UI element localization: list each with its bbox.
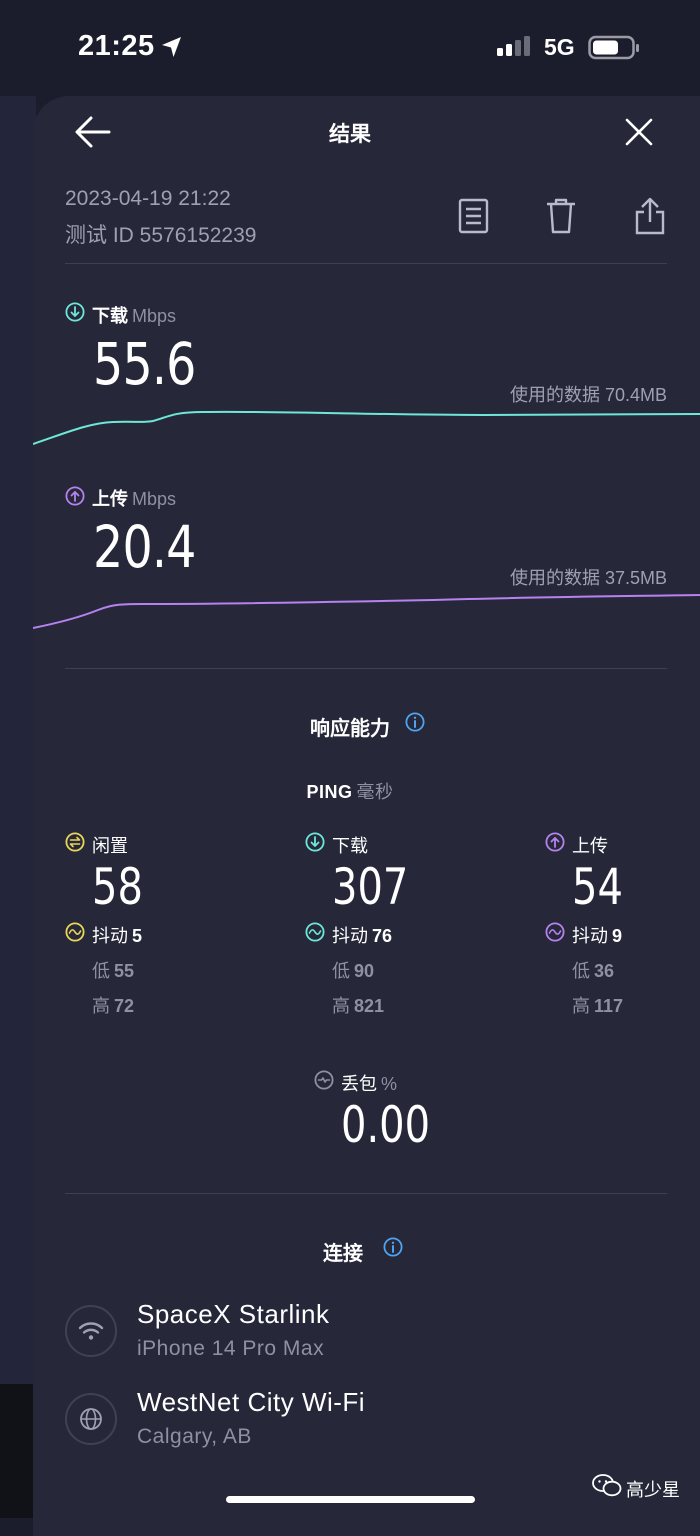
wechat-icon bbox=[592, 1474, 622, 1497]
test-id: 测试 ID 5576152239 bbox=[65, 224, 257, 247]
status-time: 21:25 bbox=[78, 30, 155, 62]
jitter-icon bbox=[305, 922, 325, 942]
ping-label: PING 毫秒 bbox=[306, 782, 394, 802]
location-arrow-icon bbox=[162, 37, 181, 57]
idle-label: 闲置 bbox=[92, 836, 128, 856]
network-type: 5G bbox=[544, 34, 575, 60]
divider bbox=[65, 668, 667, 669]
home-indicator[interactable] bbox=[226, 1496, 475, 1503]
divider bbox=[65, 263, 667, 264]
wifi-icon-wrapper bbox=[65, 1305, 117, 1357]
globe-icon bbox=[80, 1408, 102, 1430]
upload-jitter: 抖动 9 bbox=[572, 926, 623, 946]
upload-ping-value: 54 bbox=[572, 858, 623, 916]
upload-speed-graph bbox=[33, 594, 700, 629]
share-icon[interactable] bbox=[634, 196, 666, 236]
responsiveness-title: 响应能力 bbox=[310, 718, 390, 740]
background-panel bbox=[0, 96, 36, 1386]
server-location: Calgary, AB bbox=[137, 1425, 252, 1448]
trash-icon[interactable] bbox=[545, 197, 577, 235]
download-high: 高 821 bbox=[332, 996, 385, 1016]
download-ping-label: 下载 bbox=[332, 836, 368, 856]
idle-low: 低 55 bbox=[92, 961, 135, 981]
packet-loss-value: 0.00 bbox=[341, 1096, 431, 1154]
idle-icon bbox=[65, 832, 85, 852]
battery-icon bbox=[588, 35, 639, 60]
document-icon[interactable] bbox=[458, 198, 490, 234]
watermark-text: 高少星 bbox=[626, 1480, 680, 1500]
download-unit: Mbps bbox=[132, 306, 177, 326]
info-icon[interactable] bbox=[383, 1237, 403, 1257]
upload-arrow-icon bbox=[545, 832, 565, 852]
upload-low: 低 36 bbox=[572, 961, 615, 981]
isp-name: SpaceX Starlink bbox=[137, 1299, 330, 1329]
server-name: WestNet City Wi-Fi bbox=[137, 1387, 366, 1417]
globe-icon-wrapper bbox=[65, 1393, 117, 1445]
download-speed: 55.6 bbox=[93, 330, 196, 398]
test-datetime: 2023-04-19 21:22 bbox=[65, 187, 231, 210]
packet-loss-icon bbox=[314, 1070, 334, 1090]
packet-loss-unit: % bbox=[381, 1074, 398, 1094]
ping-unit: 毫秒 bbox=[356, 782, 394, 802]
packet-loss-label: 丢包% bbox=[341, 1074, 398, 1094]
info-icon[interactable] bbox=[405, 712, 425, 732]
download-label: 下载 Mbps bbox=[92, 306, 177, 326]
connections-title: 连接 bbox=[323, 1243, 363, 1265]
download-ping-value: 307 bbox=[332, 858, 409, 916]
close-icon[interactable] bbox=[624, 117, 654, 147]
upload-label: 上传 Mbps bbox=[92, 489, 177, 509]
idle-ping-value: 58 bbox=[92, 858, 143, 916]
upload-arrow-icon bbox=[65, 486, 85, 506]
idle-jitter: 抖动 5 bbox=[92, 926, 143, 946]
wifi-icon bbox=[78, 1322, 104, 1340]
page-title: 结果 bbox=[329, 123, 371, 146]
divider bbox=[65, 1193, 667, 1194]
idle-high: 高 72 bbox=[92, 996, 135, 1016]
upload-ping-label: 上传 bbox=[572, 836, 608, 856]
upload-high: 高 117 bbox=[572, 996, 624, 1016]
download-low: 低 90 bbox=[332, 961, 375, 981]
upload-unit: Mbps bbox=[132, 489, 177, 509]
jitter-icon bbox=[545, 922, 565, 942]
upload-speed: 20.4 bbox=[93, 513, 196, 581]
signal-icon bbox=[497, 36, 530, 56]
download-speed-graph bbox=[33, 410, 700, 445]
download-jitter: 抖动 76 bbox=[332, 926, 393, 946]
download-arrow-icon bbox=[65, 302, 85, 322]
device-name: iPhone 14 Pro Max bbox=[137, 1337, 325, 1360]
download-arrow-icon bbox=[305, 832, 325, 852]
jitter-icon bbox=[65, 922, 85, 942]
status-bar: 21:25 5G bbox=[0, 0, 700, 96]
